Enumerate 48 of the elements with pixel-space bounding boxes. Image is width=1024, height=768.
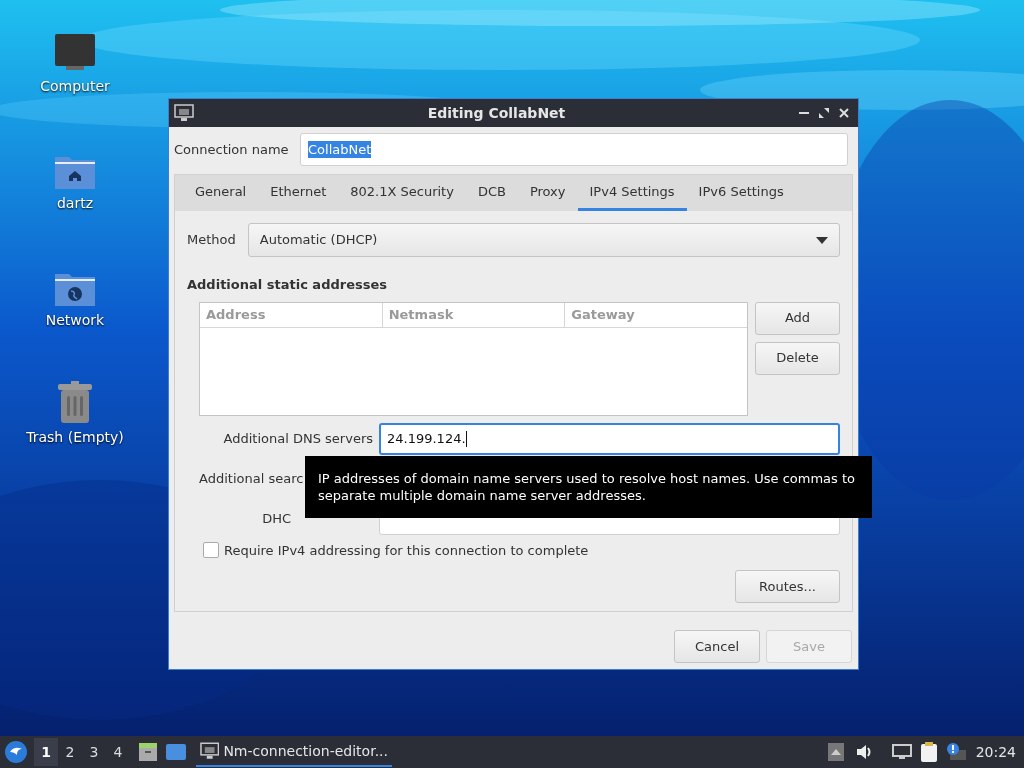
workspace-button[interactable]: 4 [106,738,130,766]
workspace-button[interactable]: 2 [58,738,82,766]
window-title: Editing CollabNet [426,103,567,123]
selected-text: CollabNet [308,141,372,158]
dropdown-arrow-icon [816,236,828,244]
dialog-button[interactable]: Add [755,301,840,335]
field-label: Additional DNS servers [222,429,374,448]
desktop-icon-label[interactable]: Trash (Empty) [26,427,124,448]
tab[interactable]: Ethernet [258,175,339,211]
monitor-icon [54,34,96,72]
maximize-icon[interactable] [819,108,829,118]
start-menu-icon[interactable] [4,740,28,764]
connection-name-field[interactable]: CollabNet [300,133,848,166]
section-title: Additional static addresses [187,276,388,294]
checkbox[interactable] [203,542,219,559]
field-label: DHC [261,509,291,528]
workspace-button[interactable]: 1 [34,738,58,766]
workspace-button[interactable]: 3 [82,738,106,766]
network-editor-icon [200,742,220,760]
desktop-icon-label[interactable]: Network [45,310,105,331]
field-label: Method [187,231,236,250]
tab[interactable]: General [183,175,259,211]
tooltip: IP addresses of domain name servers used to resolve host names. Use commas to separate multiple domain name server addresses. [305,456,872,518]
network-wired-icon[interactable] [891,744,912,760]
taskbar-window-button[interactable]: Nm-connection-editor... [196,737,392,767]
desktop-icon-label[interactable]: dartz [56,193,94,214]
close-icon[interactable] [839,108,849,118]
tab[interactable]: Proxy [517,175,578,211]
field-label: Additional searc [198,469,304,488]
clipboard-icon[interactable] [919,741,938,763]
notification-icon[interactable] [945,742,966,762]
tab[interactable]: 802.1X Security [338,175,466,211]
dialog-button[interactable]: Delete [755,341,840,375]
tab[interactable]: IPv6 Settings [686,175,796,211]
checkbox-label: Require IPv4 addressing for this connection to complete [224,541,589,560]
clock[interactable]: 20:24 [975,741,1016,763]
desktop-icon[interactable] [166,743,186,761]
field-label: Connection name [174,140,290,159]
tab[interactable]: DCB [465,175,518,211]
trash-icon [58,381,92,423]
dialog-button[interactable]: Cancel [674,630,760,663]
file-cabinet-icon[interactable] [138,742,158,762]
arrow-up-icon[interactable] [827,743,844,761]
network-editor-icon [174,104,194,122]
method-dropdown[interactable]: Automatic (DHCP) [247,223,840,257]
dialog-button[interactable]: Routes... [735,570,840,603]
dns-servers-field[interactable]: 24.199.124. [379,422,840,455]
text-cursor [465,430,467,447]
